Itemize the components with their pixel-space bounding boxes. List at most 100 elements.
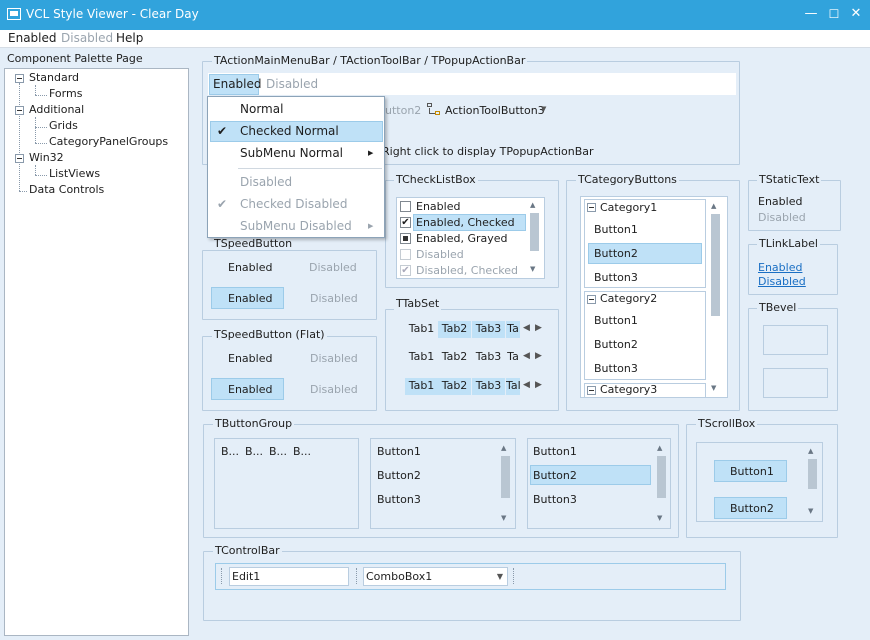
tree-node-categorypanelgroups[interactable]: CategoryPanelGroups — [49, 135, 168, 148]
chevron-down-icon[interactable]: ▼ — [497, 572, 503, 581]
tree-node-listviews[interactable]: ListViews — [49, 167, 100, 180]
checklist-item[interactable]: Enabled — [416, 200, 460, 213]
tab-scroll-left-icon[interactable]: ◀ — [523, 323, 530, 333]
buttongroup2-button3[interactable]: Button3 — [533, 493, 577, 506]
expand-toggle-icon[interactable] — [15, 154, 24, 163]
scroll-thumb[interactable] — [808, 459, 817, 489]
buttongroup-button3[interactable]: Button3 — [377, 493, 421, 506]
buttongroup-button1[interactable]: Button1 — [377, 445, 421, 458]
close-button[interactable]: ✕ — [845, 4, 867, 24]
band-grip[interactable] — [221, 568, 223, 584]
tab-scroll-left-icon[interactable]: ◀ — [523, 380, 530, 390]
category1-button2[interactable]: Button2 — [594, 247, 638, 260]
category1-button3[interactable]: Button3 — [594, 271, 638, 284]
tree-node-grids[interactable]: Grids — [49, 119, 78, 132]
scroll-up-icon[interactable]: ▲ — [711, 202, 716, 210]
scroll-thumb[interactable] — [711, 214, 720, 316]
combobox1[interactable]: ComboBox1 ▼ — [363, 567, 508, 586]
tab-1[interactable]: Tab1 — [405, 321, 438, 338]
scroll-up-icon[interactable]: ▲ — [530, 201, 535, 209]
scroll-up-icon[interactable]: ▲ — [808, 447, 813, 455]
minimize-button[interactable]: — — [800, 4, 822, 24]
scroll-down-icon[interactable]: ▼ — [657, 514, 662, 522]
expand-toggle-icon[interactable] — [15, 106, 24, 115]
tab-scroll-right-icon[interactable]: ▶ — [535, 380, 542, 390]
buttongroup-short-button[interactable]: B... — [293, 445, 311, 458]
tree-node-data-controls[interactable]: Data Controls — [29, 183, 104, 196]
category2-button1[interactable]: Button1 — [594, 314, 638, 327]
palette-tree[interactable]: Standard Forms Additional Grids Category… — [4, 68, 189, 636]
buttongroup-button2[interactable]: Button2 — [377, 469, 421, 482]
checkbox-unchecked-icon[interactable] — [400, 201, 411, 212]
speedbutton-enabled[interactable]: Enabled — [228, 261, 272, 274]
tree-node-win32[interactable]: Win32 — [29, 151, 64, 164]
scrollbox-scrollbar[interactable]: ▲ ▼ — [807, 445, 818, 519]
tab-4[interactable]: Ta — [506, 349, 520, 366]
collapse-icon[interactable] — [587, 203, 596, 212]
scrollbox-button1[interactable]: Button1 — [730, 465, 774, 478]
checklist-item[interactable]: Enabled, Checked — [416, 216, 515, 229]
tab-scroll-left-icon[interactable]: ◀ — [523, 351, 530, 361]
tab-4[interactable]: Ta — [506, 321, 520, 338]
scroll-thumb[interactable] — [501, 456, 510, 498]
action-toolbutton3[interactable]: ActionToolButton3 — [445, 104, 545, 117]
tab-1[interactable]: Tab1 — [405, 349, 438, 366]
buttongroup-short-button[interactable]: B... — [245, 445, 263, 458]
buttongroup-scrollbar-2[interactable]: ▲ ▼ — [656, 442, 667, 526]
menu-enabled[interactable]: Enabled — [8, 31, 57, 45]
tree-node-forms[interactable]: Forms — [49, 87, 82, 100]
checklist-item[interactable]: Enabled, Grayed — [416, 232, 508, 245]
speedbutton-down-enabled[interactable]: Enabled — [228, 292, 272, 305]
scroll-down-icon[interactable]: ▼ — [501, 514, 506, 522]
tree-node-additional[interactable]: Additional — [29, 103, 84, 116]
category2-button2[interactable]: Button2 — [594, 338, 638, 351]
collapse-icon[interactable] — [587, 295, 596, 304]
dropdown-arrow-icon[interactable]: ▼ — [541, 105, 546, 113]
checkbox-grayed-icon[interactable] — [400, 233, 411, 244]
buttongroup-short-button[interactable]: B... — [221, 445, 239, 458]
menu-help[interactable]: Help — [116, 31, 143, 45]
action-menu-enabled[interactable]: Enabled — [213, 77, 262, 91]
buttongroup2-button1[interactable]: Button1 — [533, 445, 577, 458]
tab-scroll-right-icon[interactable]: ▶ — [535, 323, 542, 333]
scroll-down-icon[interactable]: ▼ — [711, 384, 716, 392]
category2-button3[interactable]: Button3 — [594, 362, 638, 375]
flat-button-down-enabled[interactable]: Enabled — [228, 383, 272, 396]
enabled-dropdown-menu[interactable]: Normal ✔ Checked Normal SubMenu Normal ▶… — [207, 96, 385, 238]
checkbox-checked-icon[interactable]: ✔ — [400, 217, 411, 228]
category3-label[interactable]: Category3 — [600, 383, 657, 396]
buttongroup-short-button[interactable]: B... — [269, 445, 287, 458]
tab-2[interactable]: Tab2 — [438, 321, 471, 338]
scroll-down-icon[interactable]: ▼ — [808, 507, 813, 515]
expand-toggle-icon[interactable] — [15, 74, 24, 83]
buttongroup2-button2[interactable]: Button2 — [533, 469, 577, 482]
category2-label[interactable]: Category2 — [600, 292, 657, 305]
scroll-up-icon[interactable]: ▲ — [657, 444, 662, 452]
scrollbox-button2[interactable]: Button2 — [730, 502, 774, 515]
checklist-scrollbar[interactable]: ▲ ▼ — [529, 199, 540, 277]
band-grip[interactable] — [513, 568, 515, 584]
tab-3[interactable]: Tab3 — [472, 349, 505, 366]
tree-node-standard[interactable]: Standard — [29, 71, 79, 84]
menu-item-checked-normal[interactable]: Checked Normal — [240, 124, 339, 138]
category-scrollbar[interactable]: ▲ ▼ — [710, 200, 721, 396]
tab-3[interactable]: Tab3 — [472, 378, 505, 395]
tab-3[interactable]: Tab3 — [472, 321, 505, 338]
link-enabled[interactable]: Enabled — [758, 261, 802, 274]
collapse-icon[interactable] — [587, 386, 596, 395]
flat-button-enabled[interactable]: Enabled — [228, 352, 272, 365]
scroll-thumb[interactable] — [530, 213, 539, 251]
scroll-down-icon[interactable]: ▼ — [530, 265, 535, 273]
category1-button1[interactable]: Button1 — [594, 223, 638, 236]
tab-scroll-right-icon[interactable]: ▶ — [535, 351, 542, 361]
menu-item-submenu-normal[interactable]: SubMenu Normal — [240, 146, 343, 160]
tab-1[interactable]: Tab1 — [405, 378, 438, 395]
tab-2[interactable]: Tab2 — [438, 349, 471, 366]
edit1-field[interactable]: Edit1 — [229, 567, 349, 586]
maximize-button[interactable]: ☐ — [823, 4, 845, 24]
scroll-up-icon[interactable]: ▲ — [501, 444, 506, 452]
menu-item-normal[interactable]: Normal — [240, 102, 283, 116]
tab-4[interactable]: Tal — [506, 378, 520, 395]
buttongroup-scrollbar-1[interactable]: ▲ ▼ — [500, 442, 511, 526]
category1-label[interactable]: Category1 — [600, 201, 657, 214]
